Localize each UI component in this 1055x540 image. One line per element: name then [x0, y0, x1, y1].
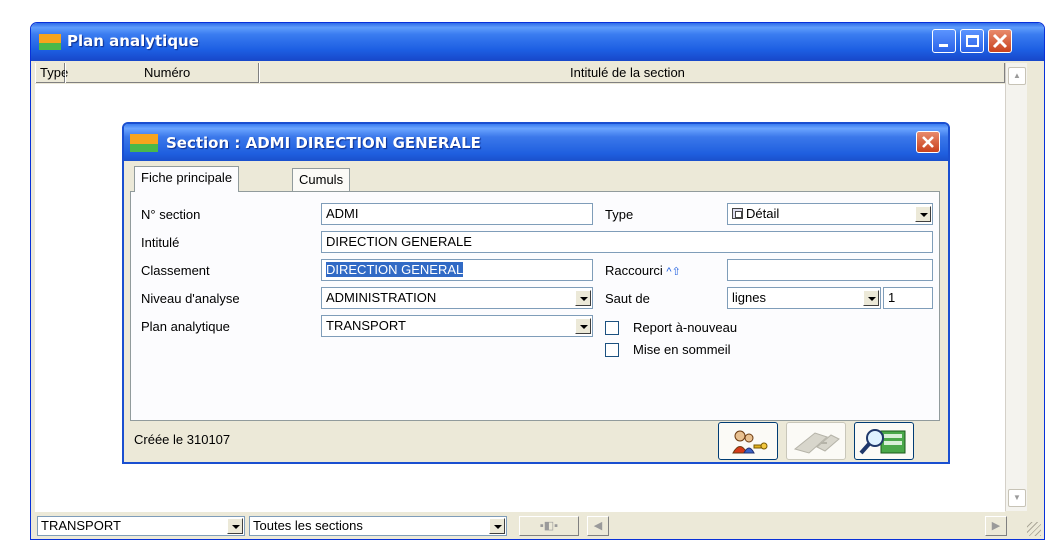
- scroll-left-button[interactable]: ◀: [587, 516, 609, 536]
- shortcut-key-icon: ^⇧: [666, 266, 681, 278]
- dialog-close-button[interactable]: [916, 131, 940, 153]
- plan-analytique-value: TRANSPORT: [326, 318, 406, 333]
- report-a-nouveau-checkbox[interactable]: [605, 321, 619, 335]
- type-combo[interactable]: Détail: [727, 203, 933, 225]
- close-button[interactable]: [988, 29, 1012, 53]
- outer-titlebar[interactable]: Plan analytique: [31, 23, 1044, 61]
- classement-field[interactable]: DIRECTION GENERAL: [321, 259, 593, 281]
- minimize-button[interactable]: [932, 29, 956, 53]
- saut-unit-combo[interactable]: lignes: [727, 287, 881, 309]
- dialog-title: Section : ADMI DIRECTION GENERALE: [166, 134, 481, 152]
- type-value: Détail: [746, 206, 780, 221]
- section-filter-value: Toutes les sections: [253, 518, 363, 533]
- saut-unit-value: lignes: [732, 290, 766, 305]
- section-filter-combo[interactable]: Toutes les sections: [249, 516, 507, 536]
- plan-analytique-label: Plan analytique: [141, 319, 230, 334]
- plan-filter-value: TRANSPORT: [41, 518, 121, 533]
- chevron-down-icon[interactable]: [863, 290, 879, 306]
- raccourci-label-text: Raccourci: [605, 263, 663, 278]
- people-key-button[interactable]: [718, 422, 778, 460]
- num-section-label: N° section: [141, 207, 201, 222]
- num-section-value: ADMI: [326, 206, 359, 221]
- num-section-field[interactable]: ADMI: [321, 203, 593, 225]
- vertical-scrollbar[interactable]: ▲ ▼: [1005, 63, 1027, 511]
- classement-label: Classement: [141, 263, 210, 278]
- column-header: Type Numéro Intitulé de la section: [35, 63, 1005, 83]
- classement-value: DIRECTION GENERAL: [326, 262, 464, 277]
- type-label: Type: [605, 207, 634, 222]
- created-date-text: Créée le 310107: [134, 432, 231, 447]
- people-key-icon: [732, 430, 768, 454]
- scroll-down-button[interactable]: ▼: [1008, 489, 1026, 507]
- search-detail-button[interactable]: [854, 422, 914, 460]
- fiche-principale-panel: N° section ADMI Intitulé DIRECTION GENER…: [130, 191, 940, 421]
- search-icon: [859, 429, 906, 455]
- plan-filter-combo[interactable]: TRANSPORT: [37, 516, 245, 536]
- raccourci-label: Raccourci ^⇧: [605, 263, 681, 278]
- scroll-up-button[interactable]: ▲: [1008, 67, 1026, 85]
- plan-analytique-combo[interactable]: TRANSPORT: [321, 315, 593, 337]
- chevron-down-icon[interactable]: [227, 518, 243, 534]
- resize-grip[interactable]: [1027, 522, 1041, 536]
- chevron-down-icon[interactable]: [489, 518, 505, 534]
- saut-count-field[interactable]: 1: [883, 287, 933, 309]
- connector-button[interactable]: ▪◧▪: [519, 516, 579, 536]
- chevron-down-icon[interactable]: [575, 290, 591, 306]
- niveau-analyse-label: Niveau d'analyse: [141, 291, 240, 306]
- tab-fiche-principale[interactable]: Fiche principale: [134, 166, 240, 192]
- scroll-right-button[interactable]: ▶: [985, 516, 1007, 536]
- column-intitule[interactable]: Intitulé de la section: [259, 63, 1005, 83]
- status-bar: TRANSPORT Toutes les sections ▪◧▪ ◀ ▶: [35, 512, 1044, 539]
- close-icon: [992, 33, 1008, 49]
- close-icon: [922, 136, 934, 148]
- raccourci-field[interactable]: [727, 259, 933, 281]
- saut-de-label: Saut de: [605, 291, 650, 306]
- dialog-app-icon: [130, 134, 158, 152]
- transfer-button[interactable]: [786, 422, 846, 460]
- chevron-down-icon[interactable]: [575, 318, 591, 334]
- maximize-button[interactable]: [960, 29, 984, 53]
- section-dialog: Section : ADMI DIRECTION GENERALE Fiche …: [122, 122, 950, 464]
- transfer-icon: [793, 432, 840, 454]
- intitule-label: Intitulé: [141, 235, 180, 250]
- column-type[interactable]: Type: [35, 63, 68, 83]
- report-a-nouveau-label: Report à-nouveau: [633, 320, 738, 335]
- niveau-analyse-value: ADMINISTRATION: [326, 290, 437, 305]
- mise-en-sommeil-checkbox[interactable]: [605, 343, 619, 357]
- mise-en-sommeil-label: Mise en sommeil: [633, 342, 731, 357]
- saut-count-value: 1: [888, 290, 896, 305]
- app-icon: [39, 34, 61, 50]
- intitule-value: DIRECTION GENERALE: [326, 234, 472, 249]
- detail-icon: [732, 208, 743, 219]
- tab-cumuls[interactable]: Cumuls: [292, 168, 351, 192]
- chevron-down-icon[interactable]: [915, 206, 931, 222]
- dialog-titlebar[interactable]: Section : ADMI DIRECTION GENERALE: [124, 124, 948, 161]
- outer-window-title: Plan analytique: [67, 32, 199, 50]
- niveau-analyse-combo[interactable]: ADMINISTRATION: [321, 287, 593, 309]
- intitule-field[interactable]: DIRECTION GENERALE: [321, 231, 933, 253]
- column-numero[interactable]: Numéro: [65, 63, 259, 83]
